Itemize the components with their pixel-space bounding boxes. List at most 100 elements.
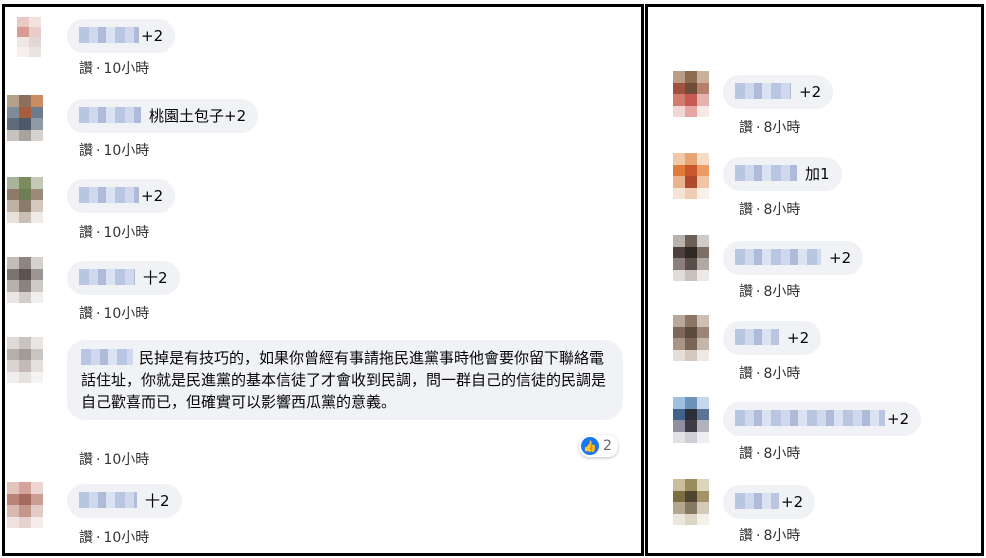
comment-meta: 讚 · 10小時 xyxy=(79,140,149,160)
timestamp[interactable]: 8小時 xyxy=(763,202,800,218)
comment-bubble: +2 xyxy=(67,19,176,53)
avatar[interactable] xyxy=(7,177,43,223)
commenter-name[interactable] xyxy=(79,27,139,43)
separator: · xyxy=(756,446,761,462)
commenter-name[interactable] xyxy=(735,249,821,265)
like-link[interactable]: 讚 xyxy=(739,284,753,300)
avatar[interactable] xyxy=(673,153,709,199)
comment-meta: 讚 · 8小時 xyxy=(739,443,800,463)
separator: · xyxy=(756,202,761,218)
comment-bubble: 桃園土包子+2 xyxy=(67,99,259,133)
separator: · xyxy=(756,284,761,300)
comment-bubble: +2 xyxy=(723,485,816,519)
commenter-name[interactable] xyxy=(735,165,797,181)
comment-meta: 讚 · 10小時 xyxy=(79,58,149,78)
separator: · xyxy=(96,530,101,546)
reaction-count[interactable]: 👍 2 xyxy=(579,435,618,457)
separator: · xyxy=(756,120,761,136)
avatar[interactable] xyxy=(673,397,709,443)
separator: · xyxy=(756,366,761,382)
comment-meta: 讚 · 8小時 xyxy=(739,117,800,137)
timestamp[interactable]: 8小時 xyxy=(763,284,800,300)
timestamp[interactable]: 8小時 xyxy=(763,446,800,462)
comment-meta: 讚 · 10小時 xyxy=(79,303,149,323)
timestamp[interactable]: 10小時 xyxy=(103,452,149,468)
separator: · xyxy=(96,143,101,159)
comment-text: 十2 xyxy=(145,492,170,510)
like-link[interactable]: 讚 xyxy=(739,366,753,382)
commenter-name[interactable] xyxy=(735,83,791,99)
avatar[interactable] xyxy=(7,337,43,383)
like-link[interactable]: 讚 xyxy=(79,452,93,468)
comment-bubble: +2 xyxy=(723,321,822,355)
right-comment-panel: +2 讚 · 8小時 加1 讚 · 8小時 +2 讚 · 8小時 +2 讚 · … xyxy=(645,4,984,556)
comment-bubble: 加1 xyxy=(723,157,842,191)
comment-text: +2 xyxy=(141,27,164,45)
avatar[interactable] xyxy=(7,482,43,528)
like-link[interactable]: 讚 xyxy=(739,120,753,136)
commenter-name[interactable] xyxy=(81,349,133,365)
commenter-name[interactable] xyxy=(735,493,779,509)
separator: · xyxy=(96,306,101,322)
comment-bubble: +2 xyxy=(67,179,176,213)
timestamp[interactable]: 10小時 xyxy=(103,530,149,546)
reaction-number: 2 xyxy=(603,438,612,454)
commenter-name[interactable] xyxy=(79,269,135,285)
comment-text: 十2 xyxy=(143,269,168,287)
like-link[interactable]: 讚 xyxy=(79,143,93,159)
comment-text: +2 xyxy=(829,249,852,267)
comment-meta: 讚 · 10小時 xyxy=(79,449,149,469)
commenter-name[interactable] xyxy=(735,329,779,345)
separator: · xyxy=(756,528,761,544)
comment-text: 桃園土包子+2 xyxy=(149,107,247,125)
comment-text: +2 xyxy=(799,83,822,101)
timestamp[interactable]: 8小時 xyxy=(763,366,800,382)
timestamp[interactable]: 8小時 xyxy=(763,528,800,544)
like-link[interactable]: 讚 xyxy=(79,225,93,241)
like-link[interactable]: 讚 xyxy=(79,306,93,322)
comment-text: +2 xyxy=(781,493,804,511)
like-link[interactable]: 讚 xyxy=(79,530,93,546)
timestamp[interactable]: 8小時 xyxy=(763,120,800,136)
comment-text: 民掉是有技巧的，如果你曾經有事請拖民進黨事時他會要你留下聯絡電話住址，你就是民進… xyxy=(81,349,607,411)
comment-meta: 讚 · 8小時 xyxy=(739,363,800,383)
separator: · xyxy=(96,225,101,241)
timestamp[interactable]: 10小時 xyxy=(103,61,149,77)
comment-text: +2 xyxy=(141,187,164,205)
like-link[interactable]: 讚 xyxy=(739,446,753,462)
comment-bubble: 民掉是有技巧的，如果你曾經有事請拖民進黨事時他會要你留下聯絡電話住址，你就是民進… xyxy=(67,340,623,420)
like-link[interactable]: 讚 xyxy=(739,202,753,218)
timestamp[interactable]: 10小時 xyxy=(103,143,149,159)
comment-meta: 讚 · 10小時 xyxy=(79,527,149,547)
timestamp[interactable]: 10小時 xyxy=(103,306,149,322)
left-comment-panel: +2 讚 · 10小時 桃園土包子+2 讚 · 10小時 +2 讚 · 10小時… xyxy=(2,4,644,556)
timestamp[interactable]: 10小時 xyxy=(103,225,149,241)
commenter-name[interactable] xyxy=(735,410,885,426)
comment-bubble: 十2 xyxy=(67,261,180,295)
commenter-name[interactable] xyxy=(79,187,139,203)
comment-meta: 讚 · 8小時 xyxy=(739,281,800,301)
commenter-name[interactable] xyxy=(79,107,141,123)
comment-text: +2 xyxy=(887,410,910,428)
separator: · xyxy=(96,452,101,468)
comment-text: +2 xyxy=(787,329,810,347)
avatar[interactable] xyxy=(673,315,709,361)
commenter-name[interactable] xyxy=(79,492,137,508)
comment-bubble: 十2 xyxy=(67,484,182,518)
comment-bubble: +2 xyxy=(723,241,864,275)
comment-meta: 讚 · 8小時 xyxy=(739,525,800,545)
comment-text: 加1 xyxy=(805,165,830,183)
like-link[interactable]: 讚 xyxy=(79,61,93,77)
avatar[interactable] xyxy=(7,257,43,303)
thumbs-up-icon: 👍 xyxy=(581,437,599,455)
comment-bubble: +2 xyxy=(723,75,834,109)
avatar[interactable] xyxy=(7,95,43,141)
separator: · xyxy=(96,61,101,77)
avatar[interactable] xyxy=(673,235,709,281)
avatar[interactable] xyxy=(673,71,709,117)
comment-bubble: +2 xyxy=(723,402,922,436)
avatar[interactable] xyxy=(673,479,709,525)
like-link[interactable]: 讚 xyxy=(739,528,753,544)
avatar[interactable] xyxy=(17,17,41,57)
comment-meta: 讚 · 8小時 xyxy=(739,199,800,219)
